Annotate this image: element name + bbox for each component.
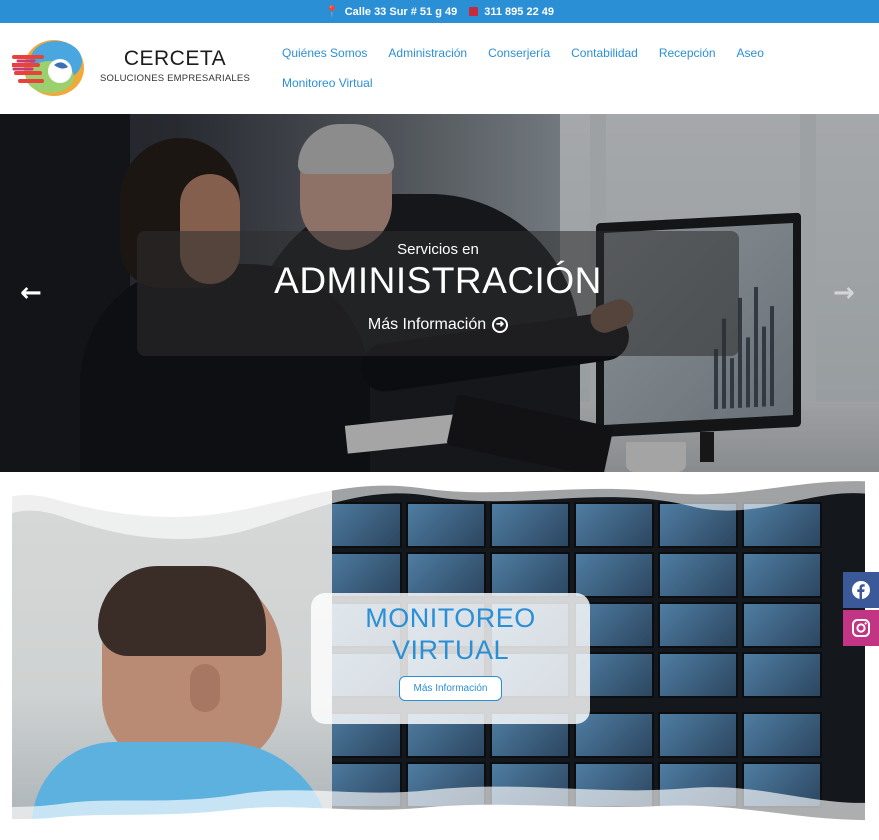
hero-caption: Servicios en ADMINISTRACIÓN Más Informac… <box>137 231 739 356</box>
brand[interactable]: CERCETA SOLUCIONES EMPRESARIALES <box>100 47 250 84</box>
wave-divider-bottom <box>12 786 865 840</box>
slider-prev-arrow[interactable]: ← <box>20 278 42 308</box>
site-header: CERCETA SOLUCIONES EMPRESARIALES Quiénes… <box>0 23 879 114</box>
monitoreo-title-line2: VIRTUAL <box>391 635 510 665</box>
nav-aseo[interactable]: Aseo <box>737 45 764 62</box>
facebook-icon <box>852 581 870 599</box>
hero-subtitle: Servicios en <box>397 241 479 258</box>
monitoreo-more-button[interactable]: Más Información <box>398 676 503 701</box>
brand-name: CERCETA <box>123 47 227 70</box>
monitoreo-title-line1: MONITOREO <box>365 603 536 633</box>
slider-next-arrow[interactable]: → <box>833 278 855 308</box>
operator-hair <box>98 566 266 656</box>
phone-icon <box>469 7 479 16</box>
nav-administracion[interactable]: Administración <box>388 45 467 62</box>
wave-divider-top <box>12 472 865 539</box>
nav-quienes-somos[interactable]: Quiénes Somos <box>282 45 367 62</box>
operator-ear <box>190 664 220 712</box>
monitoreo-section: MONITOREO VIRTUAL Más Información <box>12 472 865 840</box>
address-text: Calle 33 Sur # 51 g 49 <box>344 5 458 18</box>
instagram-button[interactable] <box>843 610 879 646</box>
hero-title: ADMINISTRACIÓN <box>274 260 602 301</box>
brand-tagline: SOLUCIONES EMPRESARIALES <box>100 73 250 84</box>
nav-conserjeria[interactable]: Conserjería <box>488 45 550 62</box>
hero-more-link[interactable]: Más Información ➜ <box>367 316 509 334</box>
cerceta-logo[interactable] <box>12 35 88 101</box>
instagram-icon <box>852 619 870 637</box>
nav-contabilidad[interactable]: Contabilidad <box>571 45 638 62</box>
nav-monitoreo-virtual[interactable]: Monitoreo Virtual <box>282 75 373 92</box>
facebook-button[interactable] <box>843 572 879 608</box>
contact-bar: 📍 Calle 33 Sur # 51 g 49 311 895 22 49 <box>0 0 879 23</box>
arrow-circle-right-icon: ➜ <box>492 317 509 333</box>
main-nav: Quiénes Somos Administración Conserjería… <box>282 45 802 92</box>
hero-more-label: Más Información <box>367 316 487 333</box>
phone-text[interactable]: 311 895 22 49 <box>484 6 554 18</box>
nav-recepcion[interactable]: Recepción <box>659 45 716 62</box>
location-pin-icon: 📍 <box>325 6 339 18</box>
monitoreo-card: MONITOREO VIRTUAL Más Información <box>311 593 590 724</box>
hero-slider: Servicios en ADMINISTRACIÓN Más Informac… <box>0 114 879 472</box>
